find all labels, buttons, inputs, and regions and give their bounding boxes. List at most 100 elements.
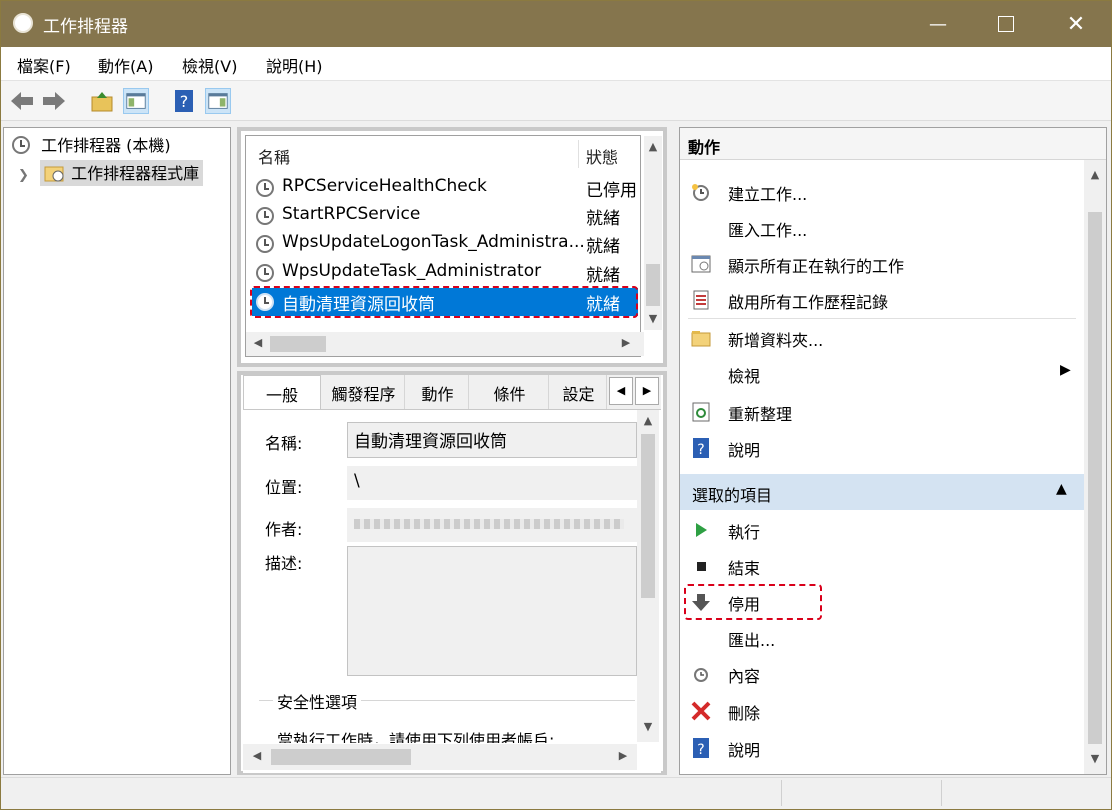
- task-row[interactable]: WpsUpdateLogonTask_Administra... 就緒: [252, 230, 638, 258]
- location-label: 位置:: [265, 478, 303, 497]
- create-task-action[interactable]: 建立工作...: [690, 174, 1070, 208]
- refresh-action[interactable]: 重新整理: [690, 394, 1070, 428]
- help-icon: ?: [693, 738, 709, 758]
- clock-icon: [256, 235, 274, 253]
- delete-action[interactable]: 刪除: [690, 693, 1070, 727]
- scroll-right-icon[interactable]: ▶: [615, 749, 631, 762]
- selected-item-section-title: 選取的項目: [692, 486, 773, 505]
- name-label: 名稱:: [265, 434, 303, 453]
- collapse-icon[interactable]: ▲: [1056, 481, 1067, 497]
- tab-triggers[interactable]: 觸發程序: [323, 375, 405, 409]
- details-hscroll[interactable]: ◀ ▶: [243, 744, 637, 770]
- scroll-down-icon[interactable]: ▼: [1087, 752, 1103, 765]
- scroll-down-icon[interactable]: ▼: [645, 312, 661, 325]
- scroll-down-icon[interactable]: ▼: [640, 720, 656, 733]
- scroll-thumb[interactable]: [646, 264, 660, 306]
- tab-conditions[interactable]: 條件: [471, 375, 549, 409]
- task-list-hscroll[interactable]: ◀ ▶: [246, 332, 644, 356]
- task-name: StartRPCService: [282, 204, 421, 224]
- task-status: 就緒: [586, 266, 620, 286]
- end-action[interactable]: 結束: [690, 548, 1070, 582]
- minimize-button[interactable]: —: [907, 1, 969, 47]
- toolbar: ?: [1, 81, 1111, 121]
- run-action[interactable]: 執行: [690, 512, 1070, 546]
- new-folder-action[interactable]: 新增資料夾...: [690, 320, 1070, 354]
- scroll-up-icon[interactable]: ▲: [645, 140, 661, 153]
- show-hide-action-pane-icon[interactable]: [205, 88, 231, 114]
- help-icon[interactable]: ?: [171, 88, 197, 114]
- task-name: WpsUpdateTask_Administrator: [282, 261, 542, 281]
- expand-chevron-icon[interactable]: ❯: [18, 168, 29, 183]
- scroll-up-icon[interactable]: ▲: [1087, 168, 1103, 181]
- import-task-action[interactable]: 匯入工作...: [690, 210, 1070, 244]
- maximize-button[interactable]: [975, 1, 1037, 47]
- help-selected-action[interactable]: ? 說明: [690, 730, 1070, 764]
- tab-scroll-left-icon[interactable]: ◀: [609, 377, 633, 405]
- up-folder-icon[interactable]: [89, 88, 115, 114]
- menu-view[interactable]: 檢視(V): [182, 53, 237, 77]
- enable-history-action[interactable]: 啟用所有工作歷程記錄: [690, 282, 1070, 316]
- tab-settings[interactable]: 設定: [551, 375, 607, 409]
- menu-action[interactable]: 動作(A): [98, 53, 153, 77]
- tab-actions[interactable]: 動作: [407, 375, 469, 409]
- task-row[interactable]: RPCServiceHealthCheck 已停用: [252, 174, 638, 202]
- back-arrow-icon[interactable]: [9, 88, 35, 114]
- console-tree: 工作排程器 (本機) ❯ 工作排程器程式庫: [3, 127, 231, 775]
- task-row[interactable]: WpsUpdateTask_Administrator 就緒: [252, 259, 638, 287]
- actions-pane: 動作 建立工作... 匯入工作... 顯示所有正在執行的工作 啟用所有工作歷程記…: [679, 127, 1107, 775]
- task-list-vscroll[interactable]: ▲ ▼: [644, 136, 662, 330]
- scroll-thumb[interactable]: [641, 434, 655, 598]
- location-field[interactable]: \: [347, 466, 637, 500]
- run-icon: [696, 523, 707, 537]
- create-task-icon: [692, 184, 709, 201]
- tree-item-library[interactable]: ❯ 工作排程器程式庫: [18, 160, 204, 186]
- import-task-label: 匯入工作...: [728, 221, 808, 240]
- tab-scroll-right-icon[interactable]: ▶: [635, 377, 659, 405]
- task-status: 就緒: [586, 237, 620, 257]
- scroll-thumb[interactable]: [1088, 212, 1102, 744]
- description-field[interactable]: [347, 546, 637, 676]
- scroll-thumb[interactable]: [271, 749, 411, 765]
- selected-item-section[interactable]: 選取的項目 ▲: [680, 474, 1084, 510]
- name-field[interactable]: 自動清理資源回收筒: [347, 422, 637, 458]
- refresh-icon: [692, 402, 710, 422]
- properties-label: 內容: [728, 667, 761, 686]
- export-label: 匯出...: [728, 631, 776, 650]
- tree-item-library-label: 工作排程器程式庫: [71, 164, 200, 183]
- show-hide-console-tree-icon[interactable]: [123, 88, 149, 114]
- scroll-left-icon[interactable]: ◀: [250, 336, 266, 349]
- column-header-name[interactable]: 名稱: [258, 144, 290, 168]
- export-action[interactable]: 匯出...: [690, 620, 1070, 654]
- view-action[interactable]: 檢視 ▶: [690, 356, 1071, 390]
- tree-root-label: 工作排程器 (本機): [41, 136, 171, 155]
- scroll-thumb[interactable]: [270, 336, 326, 352]
- tab-general[interactable]: 一般: [243, 375, 321, 409]
- show-running-tasks-label: 顯示所有正在執行的工作: [728, 257, 905, 276]
- forward-arrow-icon[interactable]: [41, 88, 67, 114]
- actions-vscroll[interactable]: ▲ ▼: [1084, 160, 1106, 774]
- general-tab-content: 名稱: 自動清理資源回收筒 位置: \ 作者: 描述: 安全性選項 當執行工作時…: [243, 409, 661, 773]
- delete-x-icon: [691, 701, 711, 721]
- tree-root[interactable]: 工作排程器 (本機): [12, 132, 171, 156]
- show-running-tasks-action[interactable]: 顯示所有正在執行的工作: [690, 246, 1070, 280]
- actions-header-title: 動作: [688, 138, 721, 157]
- scroll-up-icon[interactable]: ▲: [640, 414, 656, 427]
- description-label: 描述:: [265, 554, 303, 573]
- close-button[interactable]: ✕: [1045, 1, 1107, 47]
- maximize-icon: [998, 16, 1014, 32]
- folder-clock-icon: [44, 166, 64, 182]
- menu-file[interactable]: 檔案(F): [17, 53, 71, 77]
- clock-icon: [12, 136, 30, 154]
- properties-action[interactable]: 內容: [690, 656, 1070, 690]
- menu-help[interactable]: 說明(H): [266, 53, 323, 77]
- help-action[interactable]: ? 說明: [690, 430, 1070, 464]
- scroll-right-icon[interactable]: ▶: [618, 336, 634, 349]
- help-icon: ?: [693, 438, 709, 458]
- details-vscroll[interactable]: ▲ ▼: [637, 410, 659, 742]
- task-row[interactable]: StartRPCService 就緒: [252, 202, 638, 230]
- column-header-status[interactable]: 狀態: [586, 144, 618, 168]
- scroll-left-icon[interactable]: ◀: [249, 749, 265, 762]
- task-status: 就緒: [586, 209, 620, 229]
- title-bar: 工作排程器 — ✕: [1, 1, 1111, 47]
- author-field[interactable]: [347, 508, 637, 542]
